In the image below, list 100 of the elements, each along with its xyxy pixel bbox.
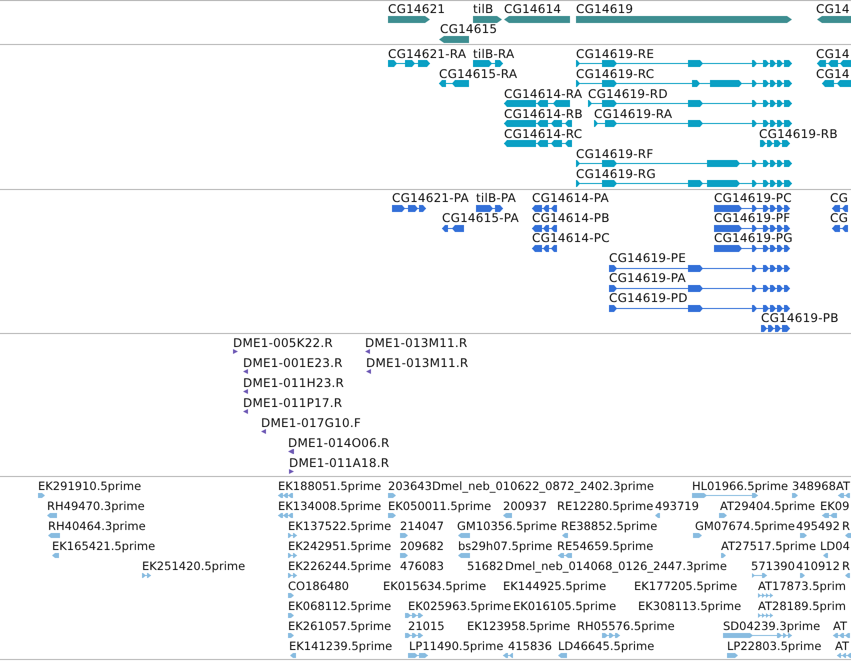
protein-model[interactable]	[832, 204, 848, 212]
est-arrow-icon[interactable]	[558, 553, 572, 558]
transcript-model[interactable]	[822, 80, 851, 87]
est-arrow-icon[interactable]	[52, 553, 59, 558]
est-label: EK068112.5prime	[288, 599, 392, 613]
protein-model[interactable]	[442, 224, 464, 232]
protein-model[interactable]	[609, 264, 790, 272]
est-arrow-icon[interactable]	[278, 493, 293, 498]
est-arrow-icon[interactable]	[693, 533, 702, 538]
est-label: CO186480	[288, 579, 349, 593]
protein-label: CG14615-PA	[442, 211, 519, 225]
est-arrow-icon[interactable]	[655, 513, 660, 518]
transcript-model[interactable]	[439, 80, 469, 87]
est-arrow-icon[interactable]	[723, 633, 792, 638]
transcript-model[interactable]	[504, 140, 572, 147]
est-arrow-icon[interactable]	[558, 653, 567, 658]
est-arrow-icon[interactable]	[845, 573, 850, 578]
protein-model[interactable]	[532, 244, 557, 252]
protein-model[interactable]	[609, 284, 790, 292]
est-arrow-icon[interactable]	[405, 633, 423, 638]
est-arrow-icon[interactable]	[388, 493, 396, 498]
protein-model[interactable]	[532, 204, 557, 212]
est-arrow-icon[interactable]	[288, 633, 294, 638]
gene-arrow[interactable]	[439, 36, 469, 42]
clone-end-arrow-icon[interactable]	[233, 349, 238, 354]
protein-model[interactable]	[714, 204, 790, 212]
transcript-model[interactable]	[504, 100, 570, 107]
gene-arrow[interactable]	[473, 16, 502, 22]
est-arrow-icon[interactable]	[47, 513, 57, 518]
est-arrow-icon[interactable]	[503, 653, 513, 658]
est-arrow-icon[interactable]	[408, 653, 428, 658]
transcript-model[interactable]	[504, 120, 572, 127]
est-arrow-icon[interactable]	[288, 593, 294, 598]
clone-end-arrow-icon[interactable]	[365, 349, 370, 354]
est-arrow-icon[interactable]	[405, 613, 423, 618]
transcript-model[interactable]	[576, 80, 792, 87]
est-arrow-icon[interactable]	[833, 633, 850, 638]
est-arrow-icon[interactable]	[752, 573, 767, 578]
transcript-model[interactable]	[576, 60, 792, 67]
transcript-model[interactable]	[760, 140, 790, 147]
est-arrow-icon[interactable]	[792, 493, 798, 498]
est-arrow-icon[interactable]	[758, 613, 773, 618]
gene-arrow[interactable]	[388, 16, 430, 22]
transcript-model[interactable]	[473, 60, 503, 67]
est-arrow-icon[interactable]	[288, 573, 297, 578]
protein-model[interactable]	[832, 224, 848, 232]
est-arrow-icon[interactable]	[142, 573, 151, 578]
clone-end-arrow-icon[interactable]	[243, 409, 248, 414]
est-arrow-icon[interactable]	[822, 513, 837, 518]
transcript-model[interactable]	[588, 100, 792, 107]
protein-model[interactable]	[532, 224, 557, 232]
est-arrow-icon[interactable]	[288, 533, 297, 538]
clone-end-arrow-icon[interactable]	[288, 449, 294, 454]
protein-model[interactable]	[761, 324, 790, 332]
protein-model[interactable]	[392, 204, 426, 212]
clone-end-arrow-icon[interactable]	[289, 469, 294, 474]
est-arrow-icon[interactable]	[288, 613, 294, 618]
est-arrow-icon[interactable]	[719, 513, 727, 518]
est-arrow-icon[interactable]	[388, 513, 396, 518]
est-arrow-icon[interactable]	[503, 513, 512, 518]
est-arrow-icon[interactable]	[400, 553, 408, 558]
transcript-model[interactable]	[388, 60, 430, 67]
est-arrow-icon[interactable]	[288, 553, 297, 558]
est-arrow-icon[interactable]	[562, 533, 568, 538]
protein-model[interactable]	[476, 204, 503, 212]
est-arrow-icon[interactable]	[458, 553, 470, 558]
est-label: 203643	[388, 479, 432, 493]
est-arrow-icon[interactable]	[845, 533, 851, 538]
est-arrow-icon[interactable]	[290, 653, 296, 658]
est-arrow-icon[interactable]	[758, 593, 773, 598]
est-arrow-icon[interactable]	[800, 573, 805, 578]
protein-label: CG14619-PA	[609, 271, 686, 285]
transcript-model[interactable]	[576, 180, 792, 187]
transcript-model[interactable]	[576, 160, 792, 167]
est-arrow-icon[interactable]	[838, 493, 850, 498]
protein-model[interactable]	[714, 224, 790, 232]
transcript-model[interactable]	[594, 120, 792, 127]
protein-model[interactable]	[609, 304, 790, 312]
clone-end-arrow-icon[interactable]	[366, 369, 371, 374]
clone-label: DME1-011H23.R	[243, 376, 344, 390]
clone-end-arrow-icon[interactable]	[243, 369, 248, 374]
est-arrow-icon[interactable]	[602, 633, 620, 638]
gene-arrow[interactable]	[817, 16, 851, 22]
clone-end-arrow-icon[interactable]	[261, 429, 266, 434]
est-arrow-icon[interactable]	[800, 533, 807, 538]
protein-model[interactable]	[714, 244, 790, 252]
transcript-model[interactable]	[817, 60, 851, 67]
est-arrow-icon[interactable]	[692, 493, 758, 498]
est-arrow-icon[interactable]	[823, 553, 828, 558]
est-arrow-icon[interactable]	[400, 533, 408, 538]
est-arrow-icon[interactable]	[278, 513, 293, 518]
gene-arrow[interactable]	[504, 16, 570, 22]
est-arrow-icon[interactable]	[837, 653, 851, 658]
clone-end-arrow-icon[interactable]	[243, 389, 248, 394]
est-arrow-icon[interactable]	[48, 533, 60, 538]
est-arrow-icon[interactable]	[458, 533, 470, 538]
est-arrow-icon[interactable]	[721, 553, 726, 558]
est-arrow-icon[interactable]	[727, 653, 738, 658]
est-arrow-icon[interactable]	[38, 493, 45, 498]
est-label: EK261057.5prime	[288, 619, 392, 633]
